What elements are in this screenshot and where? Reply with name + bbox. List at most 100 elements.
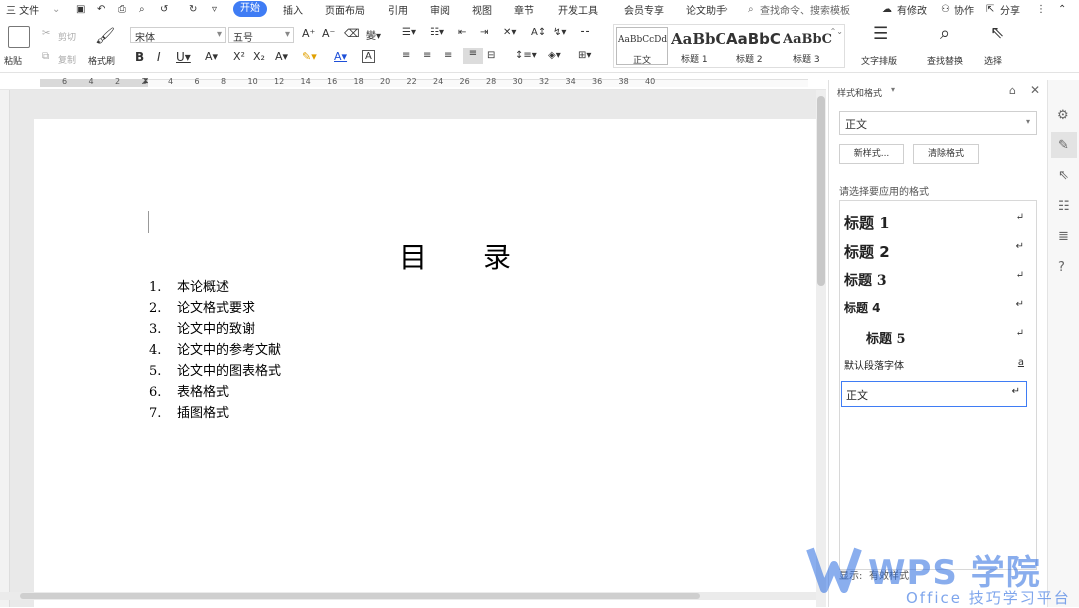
style-item-heading-2[interactable]: 标题 2 ↵ [844,237,1030,263]
text-layout-icon[interactable]: ☰ [873,24,888,44]
settings-sliders-icon[interactable]: ☷ [1058,199,1070,214]
text-direction-icon[interactable]: A↕ [531,27,546,38]
font-size-select[interactable]: 五号 ▾ [228,27,294,44]
numbered-list-icon[interactable]: ☷▾ [430,27,444,38]
distribute-icon[interactable]: ⊟ [487,50,495,61]
strikethrough-icon[interactable]: A▾ [205,50,218,63]
clear-format-button[interactable]: 清除格式 [913,144,979,164]
subscript-icon[interactable]: X₂ [253,50,265,63]
find-replace-button[interactable]: 查找替换 [927,54,963,67]
phonetic-icon[interactable]: 變▾ [366,27,381,42]
undo-icon[interactable]: ↺ [160,4,168,15]
style-item-normal[interactable]: 正文 ↵ [841,381,1027,407]
gallery-scroll-icon[interactable]: ⌃⌄ [830,27,843,36]
undo-history-icon[interactable]: ↶ [97,4,105,15]
justify-icon[interactable]: ≡ [463,48,483,64]
document-page[interactable]: 目 录 1. 本论概述 2. 论文格式要求 3. 论文中的致谢 4. 论文中的参考文献 … [34,119,816,607]
collapse-ribbon-icon[interactable]: ⌃ [1058,4,1066,15]
vertical-scrollbar[interactable] [816,90,826,607]
clear-format-icon[interactable]: ⌫ [344,27,360,40]
more-options-icon[interactable]: ⋮ [1036,4,1046,15]
tab-member[interactable]: 会员专享 [624,2,664,17]
tab-review[interactable]: 审阅 [430,2,450,17]
style-heading-3[interactable]: AaBbC 标题 3 [783,27,835,65]
paste-icon[interactable] [8,26,30,48]
redo-icon[interactable]: ↻ [189,4,197,15]
shrink-font-icon[interactable]: A⁻ [322,27,335,40]
panel-title-chevron-icon[interactable]: ▾ [891,85,895,94]
style-heading-1[interactable]: AaBbC 标题 1 [671,27,725,65]
new-style-button[interactable]: 新样式... [839,144,904,164]
horizontal-scroll-thumb[interactable] [20,593,700,599]
select-button[interactable]: 选择 [984,54,1002,67]
file-menu-chevron-icon[interactable]: ⌄ [52,4,60,15]
tab-page-layout[interactable]: 页面布局 [325,2,365,17]
horizontal-scrollbar[interactable] [0,592,816,600]
chinese-layout-icon[interactable]: ✕▾ [503,27,516,38]
panel-pin-icon[interactable]: ⌂ [1009,84,1016,97]
cut-button[interactable]: 剪切 [58,30,76,43]
italic-icon[interactable]: I [157,50,161,64]
shading-icon[interactable]: ◈▾ [548,50,561,61]
toc-item[interactable]: 3. 论文中的致谢 [149,318,255,337]
borders-icon[interactable]: ⊞▾ [578,50,591,61]
align-right-icon[interactable]: ≡ [444,50,452,61]
toc-item[interactable]: 2. 论文格式要求 [149,297,255,316]
decrease-indent-icon[interactable]: ⇤ [458,27,466,38]
tab-view[interactable]: 视图 [472,2,492,17]
underline-icon[interactable]: U▾ [176,50,191,64]
highlight-icon[interactable]: ✎▾ [302,50,317,63]
style-icon[interactable]: ⚙ [1057,108,1069,123]
copy-button[interactable]: 复制 [58,53,76,66]
search-command-input[interactable]: 查找命令、搜索模板 [760,2,850,17]
bullet-list-icon[interactable]: ☰▾ [402,27,416,38]
show-marks-icon[interactable]: ⁃⁃ [580,27,590,38]
toc-item[interactable]: 7. 插图格式 [149,402,229,421]
pen-edit-icon[interactable]: ✎ [1058,138,1069,153]
superscript-icon[interactable]: X² [233,50,245,63]
find-replace-icon[interactable]: ⌕ [940,23,950,44]
text-layout-button[interactable]: 文字排版 [861,54,897,67]
customize-quick-access-icon[interactable]: ▿ [212,4,217,15]
sort-icon[interactable]: ↯▾ [553,27,566,38]
save-icon[interactable]: ▣ [76,4,85,15]
increase-indent-icon[interactable]: ⇥ [480,27,488,38]
style-normal[interactable]: AaBbCcDd 正文 [616,27,668,66]
style-item-heading-1[interactable]: 标题 1 ↵ [844,208,1030,234]
paste-label[interactable]: 粘贴 [4,54,22,67]
style-item-default-font[interactable]: 默认段落字体 a [844,353,1030,379]
format-icon[interactable]: ≣ [1058,229,1069,244]
style-item-heading-4[interactable]: 标题 4 ↵ [844,295,1030,321]
toc-item[interactable]: 6. 表格格式 [149,381,229,400]
style-heading-2[interactable]: AaBbC 标题 2 [726,27,782,65]
select-pointer-icon[interactable]: ⇖ [1058,168,1069,183]
share-button[interactable]: 分享 [1000,2,1020,17]
font-color-icon[interactable]: A▾ [334,50,347,63]
tab-developer[interactable]: 开发工具 [558,2,598,17]
toc-item[interactable]: 5. 论文中的图表格式 [149,360,281,379]
file-menu[interactable]: 三 文件 [6,2,39,17]
line-spacing-icon[interactable]: ↕≡▾ [515,50,537,61]
tab-start[interactable]: 开始 [233,1,267,17]
print-icon[interactable]: ⎙ [118,4,126,15]
format-painter-label[interactable]: 格式刷 [88,54,115,67]
format-painter-icon[interactable]: 🖌 [95,26,115,45]
has-changes-button[interactable]: 有修改 [897,2,927,17]
text-effect-icon[interactable]: A▾ [275,50,288,63]
bold-icon[interactable]: B [135,50,144,64]
tab-section[interactable]: 章节 [514,2,534,17]
more-tabs-icon[interactable]: › [724,4,728,15]
current-style-select[interactable]: 正文 ▾ [839,111,1037,135]
select-cursor-icon[interactable]: ⇖ [990,23,1004,43]
help-icon[interactable]: ? [1058,260,1065,275]
print-preview-icon[interactable]: ⌕ [139,4,145,15]
char-border-icon[interactable]: A [362,50,375,63]
tab-references[interactable]: 引用 [388,2,408,17]
collaborate-button[interactable]: 协作 [954,2,974,17]
align-center-icon[interactable]: ≡ [423,50,431,61]
toc-item[interactable]: 1. 本论概述 [149,276,229,295]
vertical-scroll-thumb[interactable] [817,96,825,286]
panel-close-icon[interactable]: ✕ [1030,83,1040,97]
toc-title[interactable]: 目 录 [399,236,511,276]
tab-insert[interactable]: 插入 [283,2,303,17]
